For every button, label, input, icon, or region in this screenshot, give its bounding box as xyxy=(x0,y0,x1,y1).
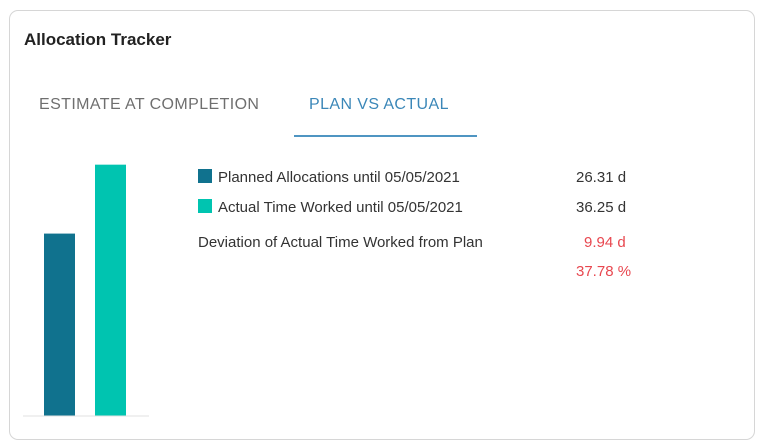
tab-plan-vs-actual[interactable]: PLAN VS ACTUAL xyxy=(309,91,449,137)
plan-vs-actual-bar-chart xyxy=(23,164,149,417)
actual-value: 36.25 d xyxy=(576,199,627,216)
deviation-days-value: 9.94 d xyxy=(584,234,626,251)
card-title: Allocation Tracker xyxy=(24,30,172,49)
active-tab-indicator xyxy=(294,135,477,137)
tab-estimate-at-completion[interactable]: ESTIMATE AT COMPLETION xyxy=(39,91,259,137)
deviation-percent-value: 37.78 % xyxy=(576,263,632,280)
bar-actual-time-worked xyxy=(95,164,126,416)
planned-swatch xyxy=(198,169,212,183)
planned-label: Planned Allocations until 05/05/2021 xyxy=(218,169,460,186)
deviation-label: Deviation of Actual Time Worked from Pla… xyxy=(198,234,483,251)
planned-value: 26.31 d xyxy=(576,169,627,186)
tab-bar: ESTIMATE AT COMPLETION PLAN VS ACTUAL xyxy=(10,91,754,147)
actual-swatch xyxy=(198,199,212,213)
legend-item-actual: Actual Time Worked until 05/05/2021 36.2… xyxy=(198,199,626,216)
bar-planned-allocations xyxy=(44,233,75,416)
allocation-tracker-card: Allocation Tracker ESTIMATE AT COMPLETIO… xyxy=(9,10,755,440)
legend-item-planned: Planned Allocations until 05/05/2021 26.… xyxy=(198,169,626,186)
actual-label: Actual Time Worked until 05/05/2021 xyxy=(218,199,463,216)
